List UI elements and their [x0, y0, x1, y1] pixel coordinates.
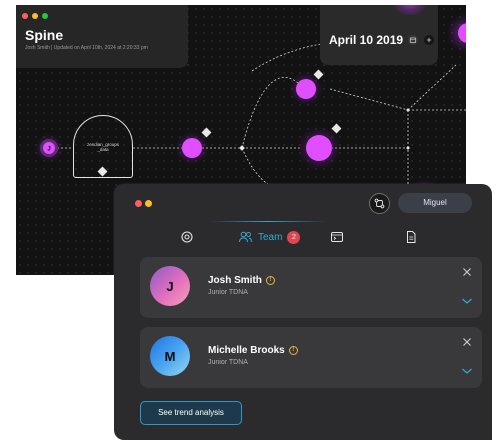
member-card[interactable]: J Josh Smith ! Junior TDNA: [140, 257, 482, 318]
member-name: Michelle Brooks !: [208, 345, 298, 356]
edge-junction: [239, 145, 245, 151]
add-button[interactable]: [424, 35, 434, 45]
tab-documents[interactable]: [404, 228, 418, 246]
member-name-text: Michelle Brooks: [208, 345, 285, 356]
window-controls: [22, 13, 48, 19]
graph-node-2[interactable]: [175, 127, 212, 165]
date-card-glow: [390, 5, 430, 15]
target-icon: [181, 231, 193, 243]
close-window-button[interactable]: [22, 13, 28, 19]
tab-team[interactable]: Team 2: [238, 228, 301, 246]
tab-overview[interactable]: [180, 228, 194, 246]
avatar: M: [150, 336, 190, 376]
edge-junction: [406, 146, 410, 150]
date-card: April 10 2019: [320, 5, 438, 65]
minimize-window-button[interactable]: [32, 13, 38, 19]
chevron-down-icon[interactable]: [461, 297, 473, 305]
panel-window-controls: [135, 200, 152, 207]
sync-button[interactable]: [369, 193, 390, 214]
warning-icon[interactable]: !: [288, 346, 298, 355]
graph-node-4[interactable]: [297, 123, 342, 170]
member-role: Junior TDNA: [208, 359, 248, 366]
see-trend-analysis-button[interactable]: See trend analysis: [140, 401, 242, 425]
close-icon[interactable]: [462, 267, 472, 277]
user-menu-button[interactable]: Miguel: [398, 193, 472, 213]
chevron-down-icon[interactable]: [461, 367, 473, 375]
tab-team-label: Team: [258, 231, 283, 243]
sync-icon: [374, 198, 385, 209]
graph-node-1[interactable]: J: [35, 134, 63, 162]
page-title: Spine: [25, 27, 64, 43]
team-count-badge: 2: [287, 230, 301, 244]
member-role: Junior TDNA: [208, 289, 248, 296]
team-panel: Miguel Team 2 J Josh Smith ! Junior TDNA…: [114, 184, 492, 440]
date-label: April 10 2019: [329, 33, 404, 47]
close-panel-button[interactable]: [135, 200, 142, 207]
console-icon: [331, 232, 343, 242]
document-icon: [407, 231, 416, 243]
member-card[interactable]: M Michelle Brooks ! Junior TDNA: [140, 327, 482, 388]
avatar: J: [150, 266, 190, 306]
active-tab-indicator: [209, 221, 327, 222]
member-name: Josh Smith !: [208, 275, 275, 286]
group-node[interactable]: zendian_groups _data: [73, 115, 133, 178]
edge-junction: [406, 108, 410, 112]
page-subtitle: Josh Smith | Updated on April 10th, 2024…: [25, 45, 148, 51]
calendar-button[interactable]: [408, 35, 418, 45]
title-card: Spine Josh Smith | Updated on April 10th…: [16, 5, 188, 68]
graph-node-3[interactable]: [289, 69, 324, 106]
tab-console[interactable]: [330, 228, 344, 246]
svg-text:J: J: [47, 147, 50, 153]
graph-node-5[interactable]: [446, 13, 466, 53]
minimize-panel-button[interactable]: [145, 200, 152, 207]
maximize-window-button[interactable]: [42, 13, 48, 19]
warning-icon[interactable]: !: [265, 276, 275, 285]
plus-icon: [426, 37, 432, 43]
team-icon: [239, 231, 252, 243]
group-node-label: zendian_groups _data: [86, 142, 120, 152]
calendar-icon: [410, 37, 416, 43]
close-icon[interactable]: [462, 337, 472, 347]
member-name-text: Josh Smith: [208, 275, 262, 286]
